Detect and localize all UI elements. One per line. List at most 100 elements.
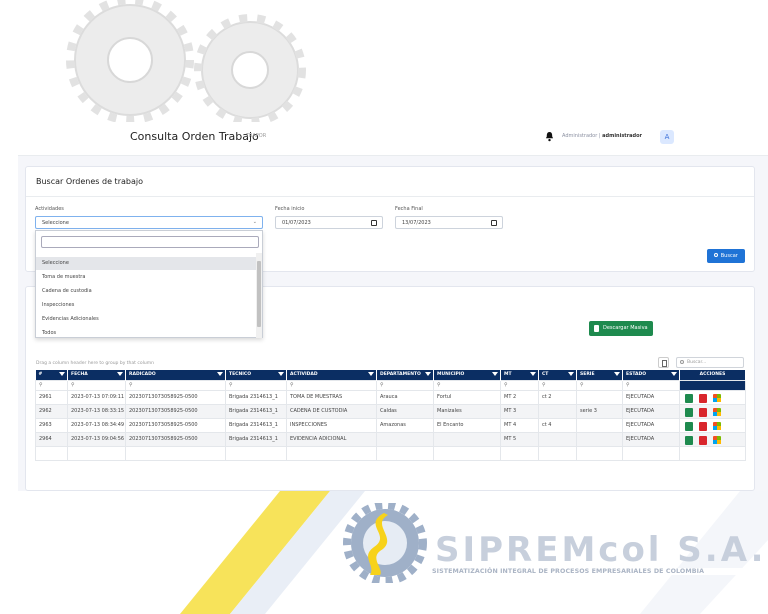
page-title: Consulta Orden Trabajo	[130, 130, 259, 143]
search-icon	[680, 360, 684, 364]
excel-icon[interactable]	[685, 407, 693, 417]
calendar-icon[interactable]	[371, 220, 377, 226]
fecha-final-label: Fecha Final	[395, 206, 423, 212]
dropdown-option[interactable]: Evidencias Adicionales	[36, 313, 258, 326]
filter-cell[interactable]: ⚲	[433, 379, 501, 391]
search-icon: ⚲	[290, 382, 294, 388]
grid-search-input[interactable]: Buscar...	[676, 357, 744, 368]
dropdown-option[interactable]: Seleccione	[36, 257, 258, 270]
column-header[interactable]: ACTIVIDAD	[286, 370, 377, 380]
cell-radicado: 20230713073058925-0500	[125, 431, 226, 447]
filter-cell[interactable]: ⚲	[67, 379, 126, 391]
filter-cell[interactable]: ⚲	[576, 379, 623, 391]
search-icon: ⚲	[71, 382, 75, 388]
cell-acciones	[679, 403, 746, 419]
search-icon	[714, 253, 719, 257]
pdf-icon[interactable]	[699, 393, 707, 403]
pdf-icon[interactable]	[699, 407, 707, 417]
dropdown-search-input[interactable]	[41, 236, 259, 248]
table-header-row: # FECHA RADICADO TECNICO ACTIVIDAD DEPAR…	[35, 370, 746, 380]
export-icon[interactable]	[658, 357, 669, 368]
search-card-header: Buscar Ordenes de trabajo	[26, 167, 754, 197]
cell-fecha: 2023-07-13 08:34:49	[67, 417, 126, 433]
column-header[interactable]: RADICADO	[125, 370, 226, 380]
filter-icon[interactable]	[59, 372, 65, 376]
search-icon: ⚲	[626, 382, 630, 388]
cell-tecnico: Brigada 2314613_1	[225, 403, 287, 419]
cell-municipio	[433, 431, 501, 447]
filter-icon[interactable]	[492, 372, 498, 376]
dropdown-scrollbar-thumb[interactable]	[257, 261, 261, 327]
logo-gear-icon	[343, 503, 427, 583]
excel-icon[interactable]	[685, 435, 693, 445]
office-icon[interactable]	[713, 407, 721, 416]
column-header[interactable]: ESTADO	[622, 370, 680, 380]
filter-cell[interactable]: ⚲	[225, 379, 287, 391]
filter-icon[interactable]	[671, 372, 677, 376]
cell-ct: ct 4	[538, 417, 577, 433]
filter-icon[interactable]	[117, 372, 123, 376]
logo-brand-text: SIPREMcol S.A.S	[435, 530, 760, 570]
cell-municipio: El Encanto	[433, 417, 501, 433]
cell-estado: EJECUTADA	[622, 403, 680, 419]
cell-fecha: 2023-07-13 07:09:11	[67, 389, 126, 405]
table-row[interactable]: 2961 2023-07-13 07:09:11 202307130730589…	[35, 389, 746, 405]
filter-icon[interactable]	[425, 372, 431, 376]
top-bar: Consulta Orden Trabajo TRAPOR Administra…	[18, 122, 768, 156]
dropdown-option[interactable]: Todos	[36, 327, 258, 338]
column-header[interactable]: CT	[538, 370, 577, 380]
column-header[interactable]: TECNICO	[225, 370, 287, 380]
filter-cell[interactable]: ⚲	[376, 379, 434, 391]
pdf-icon[interactable]	[699, 421, 707, 431]
filter-cell[interactable]: ⚲	[35, 379, 68, 391]
buscar-button[interactable]: Buscar	[707, 249, 745, 263]
cell-actividad: CADENA DE CUSTODIA	[286, 403, 377, 419]
user-info: Administrador | administrador	[562, 133, 642, 139]
filter-icon[interactable]	[530, 372, 536, 376]
column-header[interactable]: #	[35, 370, 68, 380]
filter-icon[interactable]	[368, 372, 374, 376]
fecha-inicio-input[interactable]: 01/07/2023	[275, 216, 383, 229]
avatar[interactable]: A	[660, 130, 674, 144]
cell-acciones	[679, 417, 746, 433]
dropdown-option[interactable]: Inspecciones	[36, 299, 258, 312]
filter-icon[interactable]	[568, 372, 574, 376]
column-header[interactable]: MUNICIPIO	[433, 370, 501, 380]
filter-icon[interactable]	[614, 372, 620, 376]
table-row[interactable]: 2963 2023-07-13 08:34:49 202307130730589…	[35, 417, 746, 433]
fecha-final-input[interactable]: 13/07/2023	[395, 216, 503, 229]
office-icon[interactable]	[713, 393, 721, 402]
cell-departamento: Arauca	[376, 389, 434, 405]
fecha-inicio-label: Fecha inicio	[275, 206, 305, 212]
empty-row	[35, 445, 746, 461]
excel-icon[interactable]	[685, 421, 693, 431]
cell-ct: ct 2	[538, 389, 577, 405]
column-header[interactable]: MT	[500, 370, 539, 380]
dropdown-option[interactable]: Cadena de custodia	[36, 285, 258, 298]
calendar-icon[interactable]	[491, 220, 497, 226]
bell-icon[interactable]	[545, 131, 554, 142]
column-header[interactable]: SERIE	[576, 370, 623, 380]
cell-tecnico: Brigada 2314613_1	[225, 431, 287, 447]
excel-icon[interactable]	[685, 393, 693, 403]
cell-estado: EJECUTADA	[622, 417, 680, 433]
filter-cell[interactable]: ⚲	[286, 379, 377, 391]
filter-cell[interactable]: ⚲	[538, 379, 577, 391]
dropdown-option[interactable]: Toma de muestra	[36, 271, 258, 284]
column-header[interactable]: FECHA	[67, 370, 126, 380]
descargar-masiva-button[interactable]: Descargar Masiva	[589, 321, 653, 336]
user-name: administrador	[602, 133, 643, 139]
filter-cell[interactable]: ⚲	[500, 379, 539, 391]
office-icon[interactable]	[713, 435, 721, 444]
filter-icon[interactable]	[217, 372, 223, 376]
cell-mt: MT 2	[500, 389, 539, 405]
table-row[interactable]: 2964 2023-07-13 09:04:56 202307130730589…	[35, 431, 746, 447]
pdf-icon[interactable]	[699, 435, 707, 445]
office-icon[interactable]	[713, 421, 721, 430]
filter-cell[interactable]: ⚲	[125, 379, 226, 391]
filter-cell[interactable]: ⚲	[622, 379, 680, 391]
filter-icon[interactable]	[278, 372, 284, 376]
table-row[interactable]: 2962 2023-07-13 08:33:15 202307130730589…	[35, 403, 746, 419]
column-header[interactable]: DEPARTAMENTO	[376, 370, 434, 380]
actividades-select[interactable]: Seleccione ⌄	[35, 216, 263, 229]
